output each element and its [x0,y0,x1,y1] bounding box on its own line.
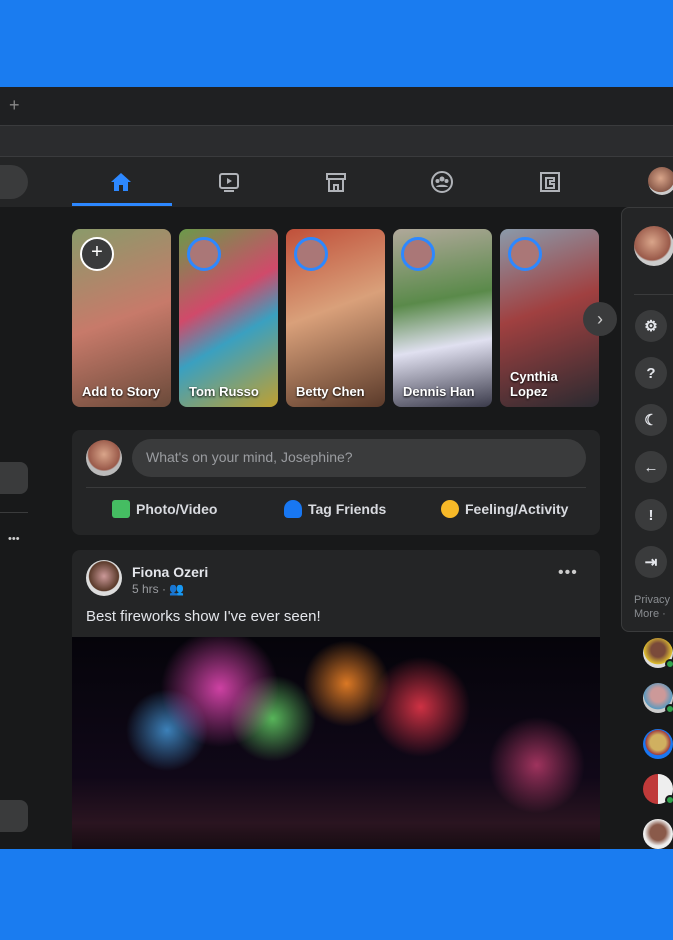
status-input[interactable]: What's on your mind, Josephine? [132,439,586,477]
contact-avatar[interactable] [643,729,673,759]
sidebar-item[interactable] [0,462,28,494]
feed-post: Fiona Ozeri 5 hrs · 👥 ••• Best fireworks… [72,550,600,849]
smiley-icon [441,500,459,518]
story-label: Cynthia Lopez [510,369,558,399]
home-icon [111,173,131,191]
story-card[interactable]: Dennis Han [393,229,492,407]
story-avatar [187,237,221,271]
friends-icon: 👥 [169,582,185,596]
post-more-button[interactable]: ••• [558,564,578,582]
left-sidebar: ••• [0,207,62,849]
stories-next-button[interactable]: › [583,302,617,336]
story-label: Betty Chen [296,384,365,399]
story-card[interactable]: Tom Russo [179,229,278,407]
story-label: Dennis Han [403,384,475,399]
photo-video-button[interactable]: Photo/Video [112,500,217,518]
contact-avatar[interactable] [643,774,673,805]
post-time[interactable]: 5 hrs · [132,582,169,596]
online-indicator [665,795,673,805]
post-meta: 5 hrs · 👥 [132,582,184,596]
feeling-activity-button[interactable]: Feeling/Activity [441,500,568,518]
story-label: Add to Story [82,384,160,399]
sidebar-more-button[interactable]: ••• [8,533,20,545]
active-tab-indicator [72,203,172,206]
story-label: Tom Russo [189,384,259,399]
post-composer: What's on your mind, Josephine? Photo/Vi… [72,430,600,535]
avatar [86,440,122,476]
browser-window: + ••• + Add to Story Tom Russo Betty Che… [0,87,673,849]
search-input[interactable] [0,165,28,199]
video-icon [219,173,239,192]
author-name[interactable]: Fiona Ozeri [132,564,208,580]
divider [86,487,586,488]
top-nav [0,157,673,207]
back-arrow-icon[interactable]: ← [635,451,667,483]
story-card[interactable]: Betty Chen [286,229,385,407]
logout-icon[interactable]: ⇥ [635,546,667,578]
feedback-icon[interactable]: ! [635,499,667,531]
moon-icon[interactable]: ☾ [635,404,667,436]
privacy-link[interactable]: Privacy · [634,593,673,607]
help-icon[interactable]: ? [635,357,667,389]
new-tab-button[interactable]: + [9,95,20,116]
more-link[interactable]: More · [634,607,673,621]
story-avatar [401,237,435,271]
post-image[interactable] [72,637,600,849]
tab-marketplace[interactable] [321,167,351,197]
account-menu: ⚙ ? ☾ ← ! ⇥ Privacy · More · [621,207,673,632]
add-story-icon: + [80,237,114,271]
story-avatar [294,237,328,271]
profile-avatar[interactable] [648,167,673,195]
story-avatar [508,237,542,271]
divider [634,294,673,295]
contact-avatar[interactable] [643,819,673,849]
tag-friends-button[interactable]: Tag Friends [284,500,386,518]
menu-footer: Privacy · More · [634,593,673,621]
post-text: Best fireworks show I've ever seen! [86,608,321,625]
settings-icon[interactable]: ⚙ [635,310,667,342]
sidebar-item[interactable] [0,800,28,832]
button-label: Tag Friends [308,501,387,517]
online-indicator [665,704,673,714]
button-label: Photo/Video [136,501,218,517]
gaming-icon [540,172,560,192]
address-bar[interactable] [0,125,673,157]
tab-watch[interactable] [214,167,244,197]
tag-friends-icon [284,500,302,518]
contact-avatar[interactable] [643,638,673,669]
photo-icon [112,500,130,518]
sidebar-divider [0,512,28,513]
tab-bar: + [0,87,673,125]
tab-groups[interactable] [427,167,457,197]
online-indicator [665,659,673,669]
tab-home[interactable] [106,167,136,197]
tab-gaming[interactable] [535,167,565,197]
author-avatar[interactable] [86,560,122,596]
button-label: Feeling/Activity [465,501,569,517]
groups-icon [431,171,453,193]
menu-avatar[interactable] [634,226,673,266]
store-icon [326,173,346,192]
story-card-add[interactable]: + Add to Story [72,229,171,407]
contact-avatar[interactable] [643,683,673,714]
